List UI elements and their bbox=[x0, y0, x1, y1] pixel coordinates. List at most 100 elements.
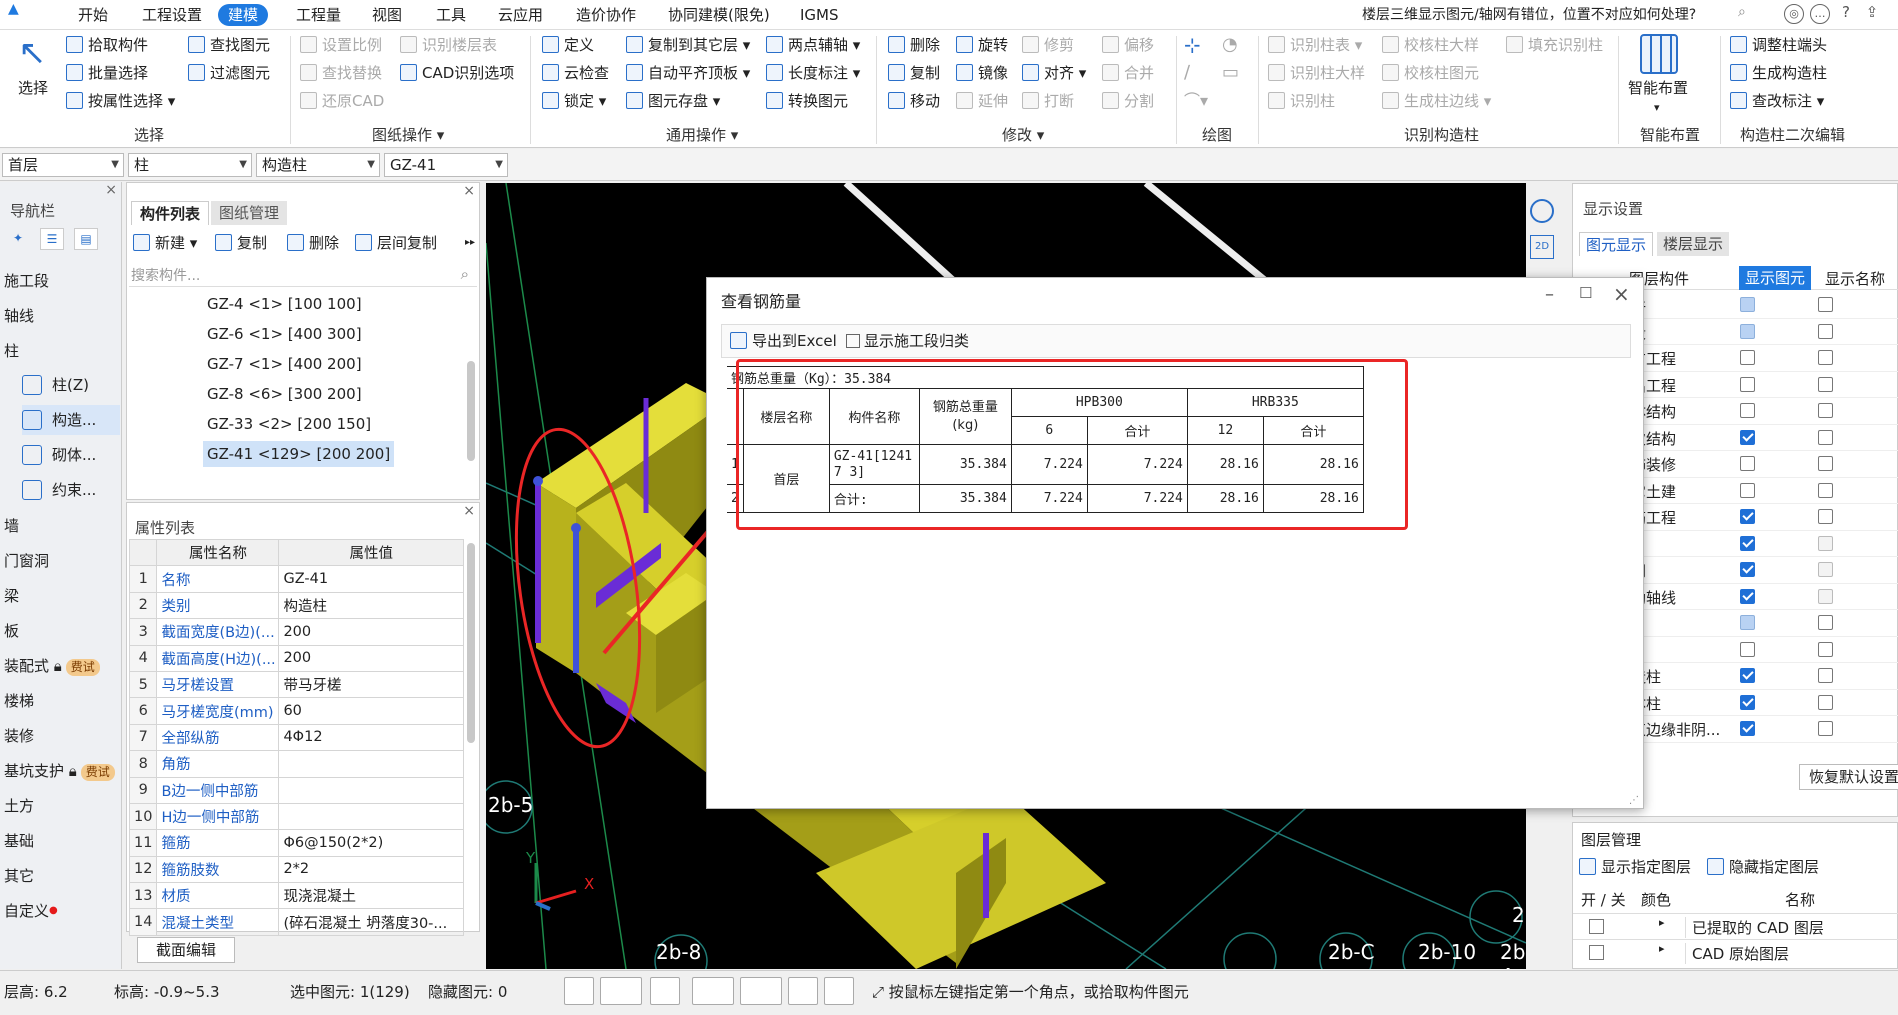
hide-layer-button[interactable]: 隐藏指定图层 bbox=[1707, 855, 1819, 879]
nav-item-wall[interactable]: 墙 bbox=[4, 513, 120, 539]
show-element-checkbox[interactable] bbox=[1740, 562, 1755, 577]
menu-tab-modeling[interactable]: 建模 bbox=[218, 4, 269, 26]
select-button[interactable]: 选择 bbox=[18, 76, 48, 100]
batch-select-button[interactable]: 批量选择 bbox=[66, 61, 148, 85]
property-value[interactable]: GZ-41 bbox=[278, 565, 464, 593]
help-search-input[interactable]: 楼层三维显示图元/轴网有错位，位置不对应如何处理? bbox=[1362, 4, 1762, 26]
category-select[interactable]: 柱 ▼ bbox=[128, 153, 252, 177]
property-value[interactable]: 60 bbox=[278, 697, 464, 725]
nav-item-custom[interactable]: 自定义● bbox=[4, 898, 120, 924]
show-name-checkbox[interactable] bbox=[1818, 615, 1833, 630]
detail-view-icon[interactable]: ▤ bbox=[74, 228, 98, 250]
snap-toggle[interactable] bbox=[600, 977, 642, 1005]
component-item[interactable]: GZ-8 <6> [300 200] bbox=[203, 381, 366, 407]
property-row[interactable]: 13 材质 现浇混凝土 bbox=[128, 882, 464, 910]
offset-button[interactable]: 偏移 bbox=[1102, 33, 1154, 57]
offset-toggle[interactable] bbox=[740, 977, 782, 1005]
property-row[interactable]: 8 角筋 bbox=[128, 750, 464, 778]
show-element-checkbox[interactable] bbox=[1740, 376, 1755, 392]
show-element-checkbox[interactable] bbox=[1740, 429, 1755, 445]
grid-toggle[interactable] bbox=[788, 977, 818, 1005]
convert-element-button[interactable]: 转换图元 bbox=[766, 89, 848, 113]
nav-item-slab[interactable]: 板 bbox=[4, 618, 120, 644]
extend-button[interactable]: 延伸 bbox=[956, 89, 1008, 113]
recognize-floor-table-button[interactable]: 识别楼层表 bbox=[400, 33, 497, 57]
menu-tab-project-settings[interactable]: 工程设置 bbox=[142, 4, 202, 26]
check-column-element-button[interactable]: 校核柱图元 bbox=[1382, 61, 1479, 85]
show-name-checkbox[interactable] bbox=[1818, 297, 1833, 312]
show-name-checkbox[interactable] bbox=[1818, 429, 1833, 445]
property-row[interactable]: 2 类别 构造柱 bbox=[128, 591, 464, 620]
menu-tab-quantity[interactable]: 工程量 bbox=[296, 4, 341, 26]
length-dimension-button[interactable]: 长度标注 ▾ bbox=[766, 61, 860, 85]
property-row[interactable]: 4 截面高度(H边)(... 200 bbox=[128, 644, 464, 672]
cross-toggle[interactable] bbox=[650, 977, 680, 1005]
show-name-checkbox[interactable] bbox=[1818, 509, 1833, 524]
show-name-checkbox[interactable] bbox=[1818, 350, 1833, 365]
nav-item-earthwork[interactable]: 土方 bbox=[4, 793, 120, 819]
show-element-checkbox[interactable] bbox=[1740, 323, 1755, 339]
list-view-icon[interactable]: ☰ bbox=[40, 228, 64, 250]
property-value[interactable]: 4Φ12 bbox=[278, 723, 464, 752]
show-name-checkbox[interactable] bbox=[1818, 376, 1833, 392]
nav-item-prefab[interactable]: 装配式 🔒︎ 费试 bbox=[4, 653, 120, 679]
scrollbar[interactable] bbox=[467, 543, 475, 743]
show-element-checkbox[interactable] bbox=[1740, 588, 1755, 604]
orbit-icon[interactable] bbox=[1530, 199, 1554, 223]
export-excel-button[interactable]: 导出到Excel bbox=[730, 329, 837, 353]
line-draw-icon[interactable]: ∕ bbox=[1184, 61, 1190, 85]
show-element-checkbox[interactable] bbox=[1740, 721, 1755, 736]
recognize-column-table-button[interactable]: 识别柱表 ▾ bbox=[1268, 33, 1362, 57]
component-item[interactable]: GZ-4 <1> [100 100] bbox=[203, 291, 366, 317]
generate-column-button[interactable]: 生成构造柱 bbox=[1730, 61, 1827, 85]
check-column-detail-button[interactable]: 校核柱大样 bbox=[1382, 33, 1479, 57]
property-row[interactable]: 6 马牙槎宽度(mm) 60 bbox=[128, 697, 464, 725]
message-icon[interactable]: … bbox=[1810, 4, 1830, 24]
show-element-checkbox[interactable] bbox=[1740, 350, 1755, 365]
close-icon[interactable]: × bbox=[105, 182, 117, 198]
nav-item-column[interactable]: 柱 bbox=[4, 338, 120, 364]
split-button[interactable]: 分割 bbox=[1102, 89, 1154, 113]
property-value[interactable]: 现浇混凝土 bbox=[278, 882, 464, 910]
menu-tab-collab-modeling[interactable]: 协同建模(限免) bbox=[668, 4, 770, 26]
arc-draw-icon[interactable]: ⌒▾ bbox=[1184, 89, 1208, 113]
edit-annotation-button[interactable]: 查改标注 ▾ bbox=[1730, 89, 1824, 113]
property-value[interactable] bbox=[278, 750, 464, 778]
angle-toggle[interactable] bbox=[692, 977, 734, 1005]
show-name-checkbox[interactable] bbox=[1818, 456, 1833, 471]
filter-element-button[interactable]: 过滤图元 bbox=[188, 61, 270, 85]
component-item-selected[interactable]: GZ-41 <129> [200 200] bbox=[203, 441, 395, 467]
scrollbar[interactable] bbox=[467, 361, 475, 461]
pick-component-button[interactable]: 拾取构件 bbox=[66, 33, 148, 57]
show-element-checkbox[interactable] bbox=[1740, 668, 1755, 683]
show-element-checkbox[interactable] bbox=[1740, 403, 1755, 418]
show-name-checkbox[interactable] bbox=[1818, 482, 1833, 498]
select-by-attr-button[interactable]: 按属性选择 ▾ bbox=[66, 89, 175, 113]
recognize-column-detail-button[interactable]: 识别柱大样 bbox=[1268, 61, 1365, 85]
show-element-checkbox[interactable] bbox=[1740, 456, 1755, 471]
rotate-point-icon[interactable]: ◔ bbox=[1222, 33, 1238, 57]
property-value[interactable] bbox=[278, 802, 464, 831]
type-select[interactable]: 构造柱 ▼ bbox=[256, 153, 380, 177]
show-name-checkbox[interactable] bbox=[1818, 403, 1833, 418]
copy-component-button[interactable]: 复制 bbox=[215, 231, 267, 255]
close-icon[interactable]: × bbox=[1613, 282, 1630, 306]
point-draw-icon[interactable]: ⊹ bbox=[1184, 33, 1201, 57]
auto-align-top-button[interactable]: 自动平齐顶板 ▾ bbox=[626, 61, 750, 85]
menu-tab-igms[interactable]: IGMS bbox=[800, 4, 839, 26]
user-icon[interactable]: ◎ bbox=[1784, 4, 1804, 24]
more-icon[interactable]: ▸▸ bbox=[465, 231, 475, 255]
find-element-button[interactable]: 查找图元 bbox=[188, 33, 270, 57]
expand-icon[interactable]: ▸ bbox=[1659, 916, 1665, 929]
pin-icon[interactable]: ✦ bbox=[6, 228, 30, 250]
nav-item-decoration[interactable]: 装修 bbox=[4, 723, 120, 749]
show-name-checkbox[interactable] bbox=[1818, 562, 1833, 577]
nav-sub-column-z[interactable]: 柱(Z) bbox=[22, 370, 120, 400]
close-icon[interactable]: × bbox=[463, 503, 475, 519]
nav-item-beam[interactable]: 梁 bbox=[4, 583, 120, 609]
section-edit-button[interactable]: 截面编辑 bbox=[137, 937, 235, 963]
nav-sub-masonry-column[interactable]: 砌体... bbox=[22, 440, 120, 470]
layer-toggle-checkbox[interactable] bbox=[1589, 945, 1604, 960]
show-name-checkbox[interactable] bbox=[1818, 323, 1833, 339]
show-element-checkbox[interactable] bbox=[1740, 509, 1755, 524]
